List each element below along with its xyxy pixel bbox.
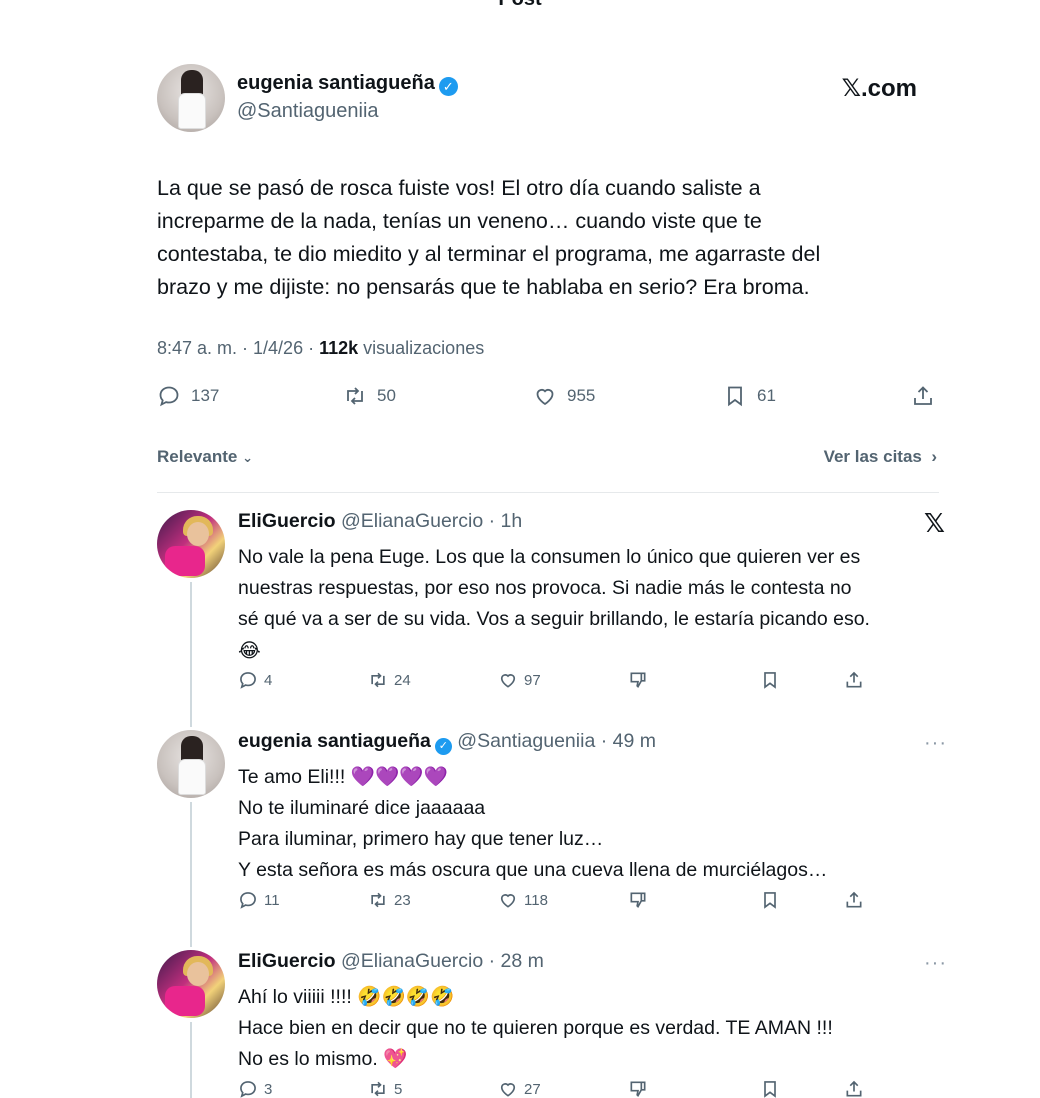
share-icon [846, 671, 862, 688]
reply-actions: 3 5 27 [238, 1079, 878, 1098]
divider [157, 492, 939, 493]
source-label: 𝕏.com [841, 75, 917, 102]
chevron-right-icon: › [926, 447, 937, 466]
reply-text: Te amo Eli!!! 💜💜💜💜 No te iluminaré dice … [238, 766, 828, 881]
bookmark-icon [764, 672, 776, 689]
repost-button[interactable]: 23 [368, 890, 411, 910]
reply-avatar[interactable] [157, 950, 225, 1018]
author-name[interactable]: eugenia santiagueña ✓ [237, 72, 458, 96]
bookmark-icon [728, 386, 742, 407]
dislike-button[interactable] [628, 890, 648, 910]
share-button[interactable] [911, 384, 935, 408]
reply-author-name[interactable]: EliGuercio [238, 950, 336, 972]
reply-text: No vale la pena Euge. Los que la consume… [238, 546, 870, 662]
like-button[interactable]: 955 [533, 384, 595, 408]
repost-icon [371, 672, 385, 688]
dislike-icon [630, 892, 646, 909]
sort-dropdown[interactable]: Relevante ⌄ [157, 447, 253, 467]
like-button[interactable]: 27 [498, 1079, 541, 1098]
share-button[interactable] [844, 1079, 864, 1098]
post-time[interactable]: 8:47 a. m. · 1/4/26 · [157, 338, 319, 358]
reply-item[interactable]: EliGuercio @ElianaGuercio · 1h 𝕏 No vale… [157, 508, 947, 710]
repost-button[interactable]: 50 [343, 384, 396, 408]
reply-item[interactable]: eugenia santiagueña ✓ @Santiagueniia · 49… [157, 730, 947, 930]
share-icon [846, 891, 862, 908]
reply-header: EliGuercio @ElianaGuercio · 1h [238, 510, 522, 533]
reply-header: eugenia santiagueña ✓ @Santiagueniia · 49… [238, 730, 656, 755]
reply-handle-time[interactable]: @ElianaGuercio · 1h [336, 510, 522, 532]
reply-button[interactable]: 4 [238, 670, 272, 690]
chevron-down-icon: ⌄ [242, 450, 253, 465]
share-button[interactable] [844, 890, 864, 910]
page-title: Post [0, 0, 1040, 11]
post-actions: 137 50 955 61 [157, 384, 937, 414]
author-avatar[interactable] [157, 64, 225, 132]
share-icon [846, 1080, 862, 1097]
like-button[interactable]: 118 [498, 890, 548, 910]
like-icon [500, 1083, 516, 1097]
repost-button[interactable]: 24 [368, 670, 411, 690]
view-quotes-link[interactable]: Ver las citas › [824, 447, 937, 467]
post-meta: 8:47 a. m. · 1/4/26 · 112k visualizacion… [157, 338, 484, 359]
reply-actions: 4 24 97 [238, 670, 878, 694]
reply-text: Ahí lo viiiii !!!! 🤣🤣🤣🤣 Hace bien en dec… [238, 986, 833, 1070]
repost-icon [371, 1081, 385, 1097]
bookmark-button[interactable] [760, 890, 780, 910]
reply-icon [240, 1081, 256, 1098]
reply-handle-time[interactable]: @ElianaGuercio · 28 m [336, 950, 544, 972]
post-header: eugenia santiagueña ✓ @Santiagueniia 𝕏.co… [157, 64, 917, 134]
bookmark-button[interactable] [760, 1079, 780, 1098]
reply-header: EliGuercio @ElianaGuercio · 28 m [238, 950, 544, 973]
reply-actions: 11 23 118 [238, 890, 878, 914]
bookmark-button[interactable]: 61 [723, 384, 776, 408]
share-button[interactable] [844, 670, 864, 690]
reply-icon [159, 386, 179, 407]
reply-handle-time[interactable]: @Santiagueniia · 49 m [452, 730, 656, 752]
share-icon [914, 386, 932, 405]
views-label: visualizaciones [358, 338, 485, 358]
verified-icon: ✓ [434, 738, 452, 755]
like-icon [500, 894, 516, 908]
post-text: La que se pasó de rosca fuiste vos! El o… [157, 176, 821, 299]
dislike-button[interactable] [628, 1079, 648, 1098]
bookmark-icon [764, 1081, 776, 1098]
reply-author-name[interactable]: EliGuercio [238, 510, 336, 532]
more-icon[interactable]: ··· [924, 952, 947, 975]
reply-avatar[interactable] [157, 510, 225, 578]
reply-button[interactable]: 3 [238, 1079, 272, 1098]
dislike-icon [630, 672, 646, 689]
reply-button[interactable]: 11 [238, 890, 280, 910]
reply-icon [240, 892, 256, 909]
author-handle[interactable]: @Santiagueniia [237, 100, 379, 123]
x-logo-icon: 𝕏 [924, 508, 945, 538]
views-count: 112k [319, 338, 359, 358]
bookmark-button[interactable] [760, 670, 780, 690]
like-icon [536, 388, 554, 406]
reply-avatar[interactable] [157, 730, 225, 798]
dislike-icon [630, 1081, 646, 1098]
bookmark-icon [764, 892, 776, 909]
repost-button[interactable]: 5 [368, 1079, 402, 1098]
reply-author-name[interactable]: eugenia santiagueña [238, 730, 431, 752]
repost-icon [347, 387, 363, 405]
like-button[interactable]: 97 [498, 670, 541, 690]
more-icon[interactable]: ··· [924, 732, 947, 755]
like-icon [500, 674, 516, 688]
verified-icon: ✓ [438, 77, 458, 96]
reply-item[interactable]: EliGuercio @ElianaGuercio · 28 m ··· Ahí… [157, 950, 947, 1098]
repost-icon [371, 892, 385, 908]
reply-button[interactable]: 137 [157, 384, 219, 408]
dislike-button[interactable] [628, 670, 648, 690]
reply-icon [240, 672, 256, 689]
